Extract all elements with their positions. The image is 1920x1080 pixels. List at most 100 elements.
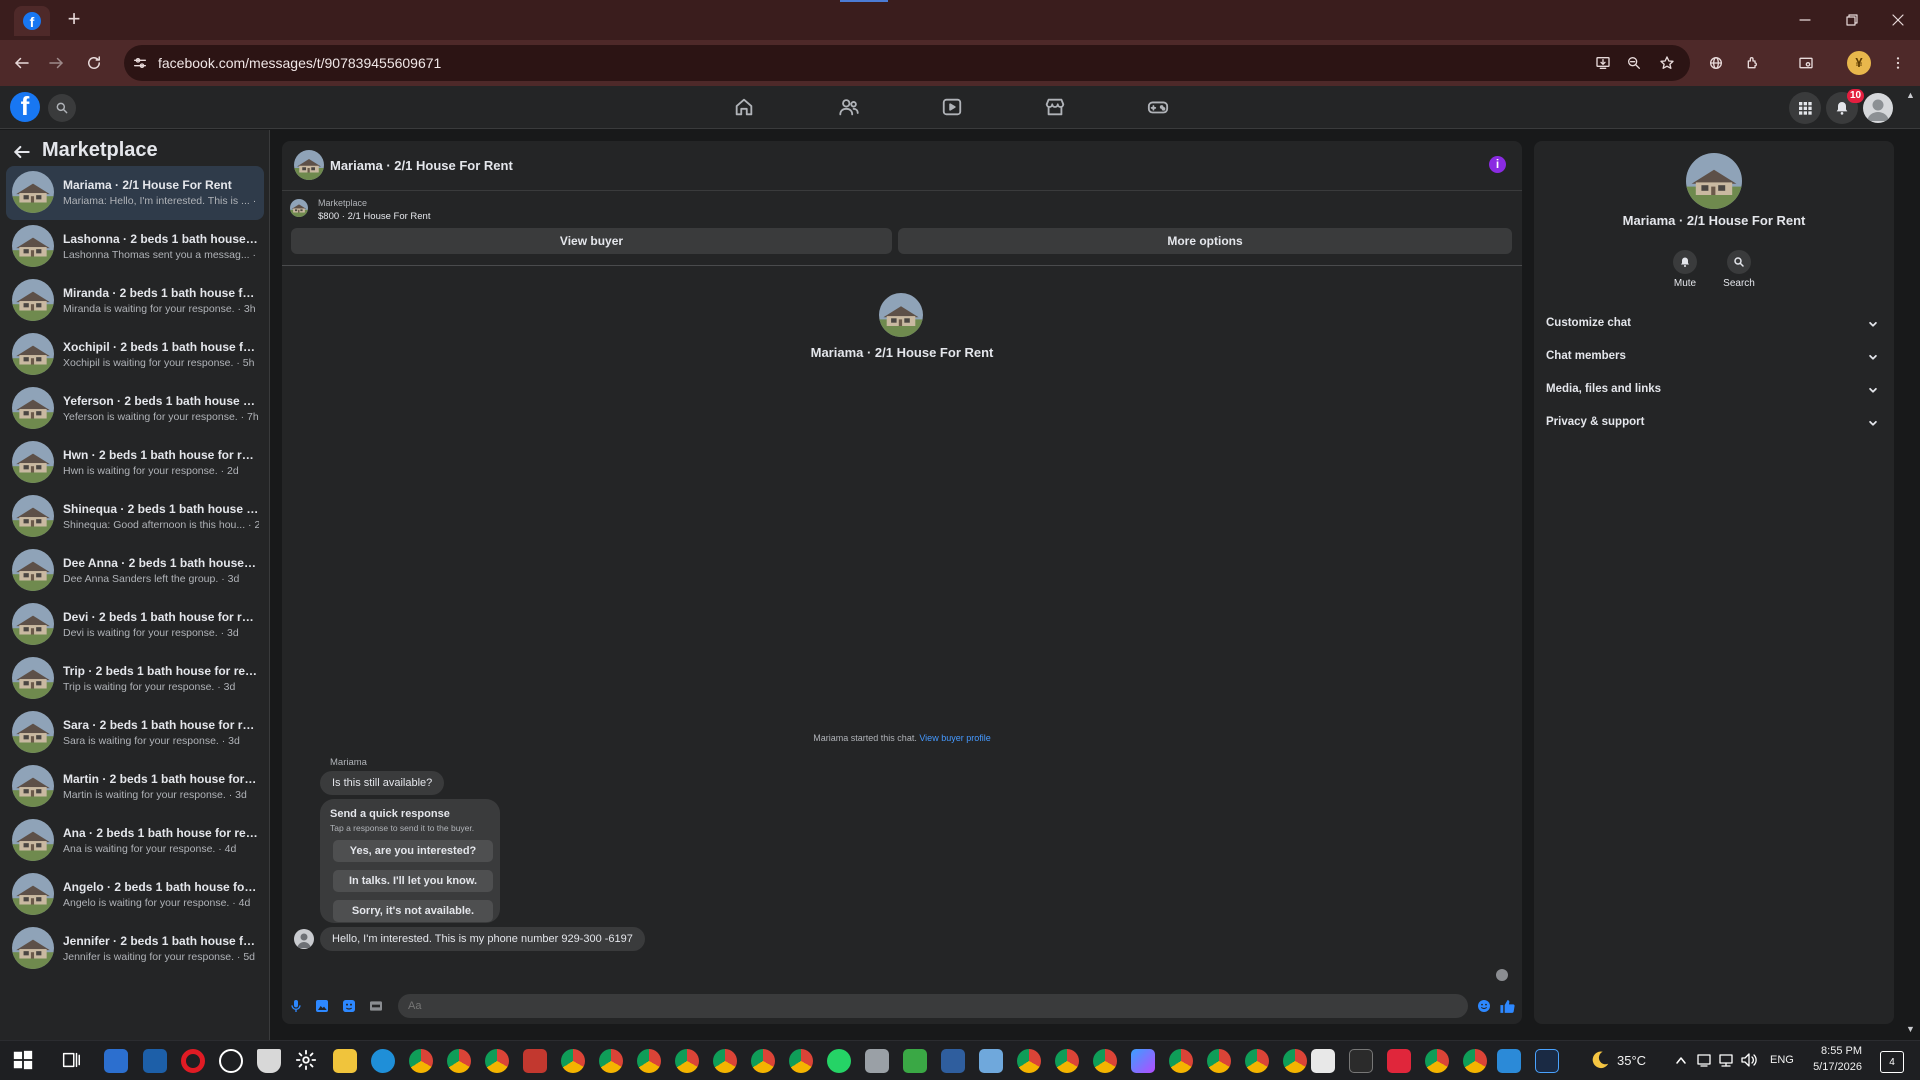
chrome-icon[interactable] (789, 1049, 813, 1073)
chrome-icon[interactable] (1463, 1049, 1487, 1073)
app-icon[interactable] (941, 1049, 965, 1073)
search-in-chat-button[interactable]: Search (1714, 250, 1764, 289)
edge-icon[interactable] (371, 1049, 395, 1073)
file-explorer-icon[interactable] (333, 1049, 357, 1073)
more-options-button[interactable]: More options (898, 228, 1512, 254)
copilot-icon[interactable] (1131, 1049, 1155, 1073)
chrome-icon[interactable] (561, 1049, 585, 1073)
sticker-icon[interactable] (341, 998, 359, 1016)
app-icon[interactable] (865, 1049, 889, 1073)
app-icon[interactable] (1535, 1049, 1559, 1073)
tray-chevron-up-icon[interactable] (1674, 1049, 1688, 1073)
clock-date[interactable]: 5/17/2026 (1804, 1061, 1862, 1073)
tab-search-icon[interactable] (1794, 51, 1818, 75)
chatgpt-icon[interactable] (219, 1049, 243, 1073)
chrome-icon[interactable] (1207, 1049, 1231, 1073)
weather-temperature[interactable]: 35°C (1617, 1053, 1646, 1068)
chrome-icon[interactable] (599, 1049, 623, 1073)
quick-response-button[interactable]: In talks. I'll let you know. (333, 870, 493, 892)
new-tab-button[interactable]: + (62, 8, 86, 32)
zoom-icon[interactable] (1622, 51, 1646, 75)
anydesk-icon[interactable] (1387, 1049, 1411, 1073)
opera-icon[interactable] (181, 1049, 205, 1073)
task-view-icon[interactable] (60, 1049, 84, 1073)
conversation-item[interactable]: Miranda · 2 beds 1 bath house for ... Mir… (6, 274, 264, 328)
chrome-icon[interactable] (1093, 1049, 1117, 1073)
privacy-support-section[interactable]: Privacy & support (1544, 410, 1884, 436)
app-icon[interactable] (523, 1049, 547, 1073)
conversation-item[interactable]: Martin · 2 beds 1 bath house for re... Ma… (6, 760, 264, 814)
friends-icon[interactable] (838, 96, 862, 120)
app-icon[interactable] (903, 1049, 927, 1073)
language-indicator[interactable]: ENG (1770, 1054, 1794, 1066)
conversation-item[interactable]: Angelo · 2 beds 1 bath house for r... Ang… (6, 868, 264, 922)
video-icon[interactable] (941, 96, 965, 120)
conversation-item[interactable]: Sara · 2 beds 1 bath house for rent,... S… (6, 706, 264, 760)
chrome-icon[interactable] (1055, 1049, 1079, 1073)
chrome-icon[interactable] (1017, 1049, 1041, 1073)
conversation-item[interactable]: Trip · 2 beds 1 bath house for rent, ...… (6, 652, 264, 706)
app-icon[interactable] (1311, 1049, 1335, 1073)
chrome-icon[interactable] (485, 1049, 509, 1073)
photo-icon[interactable] (314, 998, 332, 1016)
listing-thumbnail[interactable] (290, 199, 308, 217)
whatsapp-icon[interactable] (827, 1049, 851, 1073)
display-icon[interactable] (1696, 1049, 1712, 1073)
chrome-icon[interactable] (751, 1049, 775, 1073)
account-avatar[interactable] (1863, 93, 1893, 123)
microphone-icon[interactable] (288, 998, 306, 1016)
home-icon[interactable] (733, 96, 757, 120)
conversation-item[interactable]: Xochipil · 2 beds 1 bath house for r... X… (6, 328, 264, 382)
restore-icon[interactable] (1840, 8, 1864, 32)
action-center-notifications[interactable]: 4 (1880, 1051, 1904, 1073)
volume-icon[interactable] (1740, 1049, 1758, 1073)
like-thumbs-up-icon[interactable] (1499, 998, 1517, 1016)
back-icon[interactable] (10, 51, 34, 75)
chat-header-avatar[interactable] (294, 150, 324, 180)
url-text[interactable]: facebook.com/messages/t/907839455609671 (158, 55, 441, 71)
conversation-item[interactable]: Yeferson · 2 beds 1 bath house for ... Ye… (6, 382, 264, 436)
scrollbar-down-arrow-icon[interactable]: ▼ (1906, 1024, 1915, 1034)
app-icon[interactable] (1497, 1049, 1521, 1073)
gif-icon[interactable] (368, 998, 386, 1016)
chrome-icon[interactable] (637, 1049, 661, 1073)
minimize-icon[interactable] (1793, 8, 1817, 32)
apple-tv-icon[interactable] (1349, 1049, 1373, 1073)
reload-icon[interactable] (82, 51, 106, 75)
view-buyer-button[interactable]: View buyer (291, 228, 892, 254)
conversation-item[interactable]: Jennifer · 2 beds 1 bath house for r... J… (6, 922, 264, 976)
mute-button[interactable]: Mute (1660, 250, 1710, 289)
conversation-item[interactable]: Hwn · 2 beds 1 bath house for rent... Hwn… (6, 436, 264, 490)
fb-search-button[interactable] (48, 94, 76, 122)
browser-profile-avatar[interactable]: ¥ (1847, 51, 1871, 75)
customize-chat-section[interactable]: Customize chat (1544, 311, 1884, 337)
menu-grid-icon[interactable] (1789, 92, 1821, 124)
scrollbar-up-arrow-icon[interactable]: ▲ (1906, 90, 1915, 100)
conversation-item[interactable]: Devi · 2 beds 1 bath house for rent... De… (6, 598, 264, 652)
back-arrow-icon[interactable] (12, 142, 34, 164)
forward-icon[interactable] (44, 51, 68, 75)
close-window-icon[interactable] (1886, 8, 1910, 32)
conversation-item[interactable]: Lashonna · 2 beds 1 bath house for... Las… (6, 220, 264, 274)
chrome-icon[interactable] (1169, 1049, 1193, 1073)
translate-globe-icon[interactable] (1704, 51, 1728, 75)
bookmark-star-icon[interactable] (1655, 51, 1679, 75)
emoji-icon[interactable] (1476, 998, 1494, 1016)
facebook-logo-icon[interactable]: f (10, 92, 40, 122)
marketplace-icon[interactable] (1044, 96, 1068, 120)
security-shield-icon[interactable] (257, 1049, 281, 1073)
chrome-icon[interactable] (675, 1049, 699, 1073)
chrome-icon[interactable] (1425, 1049, 1449, 1073)
browser-menu-icon[interactable] (1886, 51, 1910, 75)
media-files-links-section[interactable]: Media, files and links (1544, 377, 1884, 403)
chrome-icon[interactable] (409, 1049, 433, 1073)
chrome-icon[interactable] (447, 1049, 471, 1073)
chrome-icon[interactable] (1245, 1049, 1269, 1073)
quick-response-button[interactable]: Yes, are you interested? (333, 840, 493, 862)
gaming-icon[interactable] (1147, 96, 1171, 120)
chrome-icon[interactable] (713, 1049, 737, 1073)
listing-price[interactable]: $800 · 2/1 House For Rent (318, 211, 430, 222)
windows-start-icon[interactable] (12, 1049, 36, 1073)
site-info-icon[interactable] (128, 51, 152, 75)
conversation-item[interactable]: Dee Anna · 2 beds 1 bath house fo... Dee … (6, 544, 264, 598)
